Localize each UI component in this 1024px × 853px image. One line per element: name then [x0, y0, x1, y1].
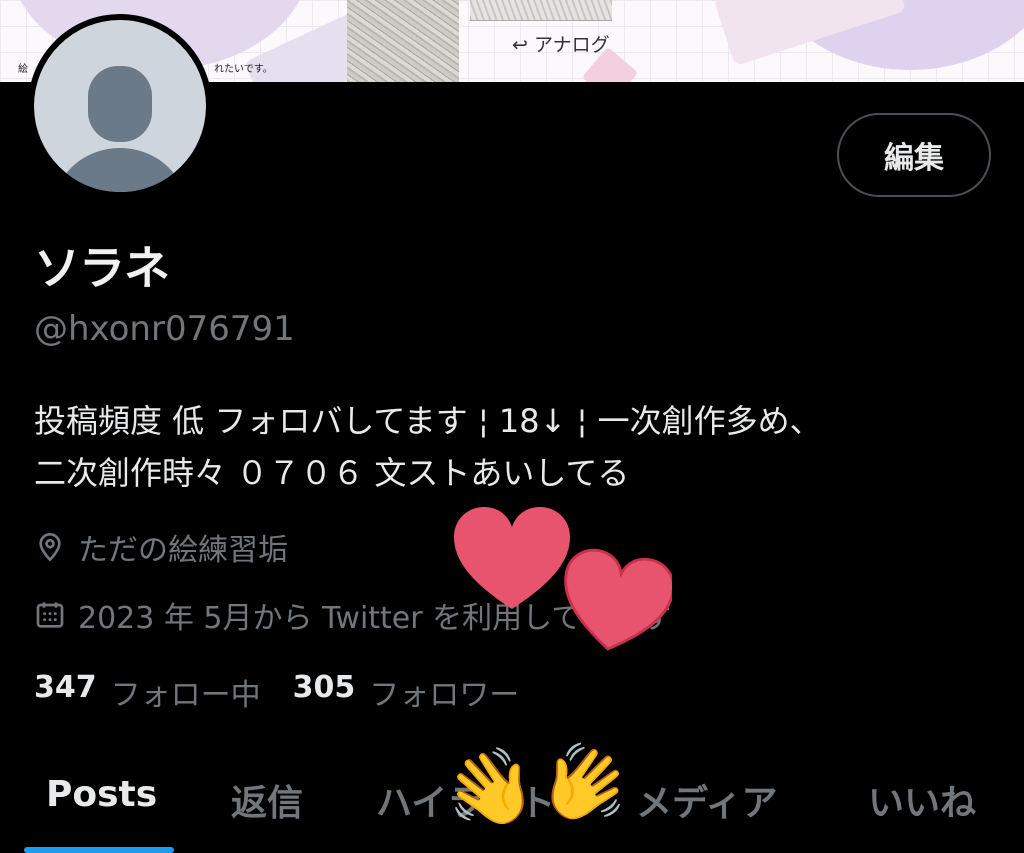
avatar-body: [54, 148, 186, 192]
followers-count: 305: [292, 670, 356, 705]
active-tab-indicator: [24, 847, 174, 853]
followers-label: フォロワー: [369, 678, 520, 713]
tab-media[interactable]: メディア: [636, 774, 777, 826]
bio-line: 投稿頻度 低 フォロバしてます ¦ 18↓ ¦ 一次創作多め、: [34, 402, 822, 440]
waving-hand-sticker: 👋: [530, 732, 642, 838]
followers-link[interactable]: 305 フォロワー: [293, 670, 520, 714]
avatar[interactable]: [28, 14, 212, 198]
location-text: ただの絵練習垢: [78, 533, 288, 568]
avatar-head: [88, 66, 152, 142]
display-name: ソラネ: [34, 241, 170, 295]
waving-hand-sticker: 👋: [436, 737, 545, 841]
bio-line: 二次創作時々 ０７０６ 文ストあいしてる: [34, 454, 630, 492]
banner-sketch-image: [470, 0, 612, 21]
calendar-icon: [36, 602, 64, 628]
tab-likes[interactable]: いいね: [868, 774, 976, 826]
banner-caption-left: 絵: [18, 64, 28, 75]
tab-replies[interactable]: 返信: [231, 774, 303, 826]
banner-caption-right: れたいです。: [214, 64, 273, 75]
following-label: フォロー中: [110, 678, 261, 713]
default-avatar-icon: [34, 20, 206, 192]
banner-sketch-image: [347, 0, 459, 82]
following-count: 347: [34, 670, 97, 705]
following-link[interactable]: 347 フォロー中: [34, 670, 261, 714]
follow-stats: 347 フォロー中 305 フォロワー: [34, 670, 541, 714]
heart-sticker: [564, 548, 672, 651]
banner-caption: ↩ アナログ: [512, 34, 610, 56]
location-row: ただの絵練習垢: [34, 525, 288, 569]
tab-posts[interactable]: Posts: [46, 774, 157, 815]
heart-sticker: [454, 507, 570, 609]
user-handle: @hxonr076791: [34, 309, 295, 349]
edit-profile-button[interactable]: 編集: [837, 113, 991, 197]
location-pin-icon: [39, 532, 61, 562]
profile-bio: 投稿頻度 低 フォロバしてます ¦ 18↓ ¦ 一次創作多め、 二次創作時々 ０…: [34, 395, 994, 499]
